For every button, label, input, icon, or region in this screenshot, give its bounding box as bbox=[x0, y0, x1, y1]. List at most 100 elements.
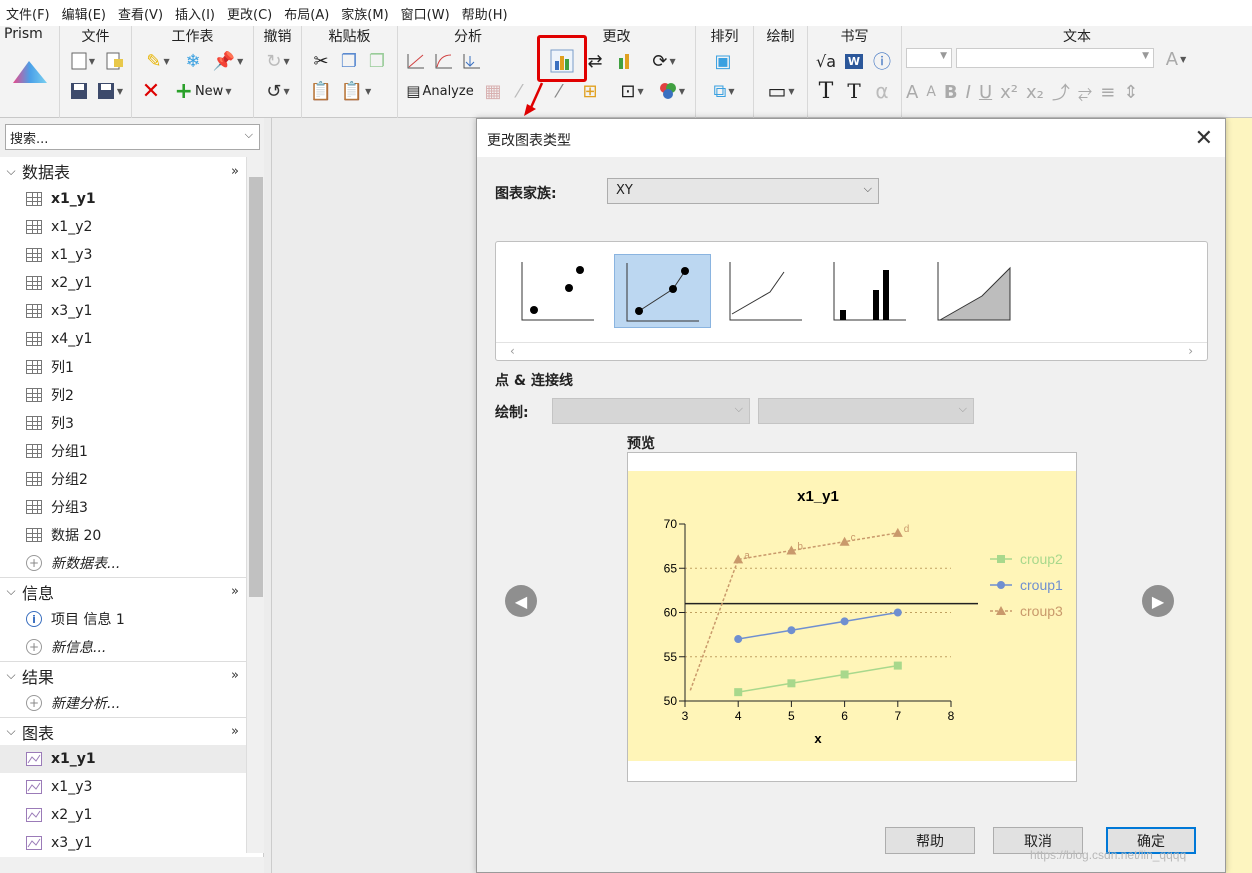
navigator-scrollbar[interactable] bbox=[246, 157, 264, 853]
equation-icon[interactable]: √a bbox=[814, 50, 838, 72]
menu-item[interactable]: 文件(F) bbox=[6, 4, 50, 23]
next-arrow-icon[interactable]: ▶ bbox=[1142, 585, 1174, 617]
data-table-item[interactable]: 分组3 bbox=[0, 493, 263, 521]
section-graphs[interactable]: ⌵ 图表 » bbox=[0, 717, 263, 745]
graph-item[interactable]: x3_y1 bbox=[0, 829, 263, 857]
chevron-down-icon[interactable]: ⌵ bbox=[245, 128, 253, 142]
font-size-select[interactable]: ▼ bbox=[906, 48, 952, 68]
more-icon[interactable]: » bbox=[231, 724, 239, 739]
data-table-item[interactable]: x1_y2 bbox=[0, 213, 263, 241]
text-box-icon[interactable]: T bbox=[842, 79, 866, 103]
snowflake-icon[interactable]: ❄ bbox=[182, 50, 204, 72]
data-table-item[interactable]: 列1 bbox=[0, 353, 263, 381]
order-icon[interactable]: ⧉ ▼ bbox=[706, 80, 742, 102]
menu-item[interactable]: 家族(M) bbox=[341, 4, 388, 23]
gallery-spikes[interactable] bbox=[826, 254, 923, 328]
text-tool-icon[interactable]: T bbox=[814, 79, 838, 104]
menu-item[interactable]: 插入(I) bbox=[175, 4, 215, 23]
more-icon[interactable]: » bbox=[231, 584, 239, 599]
panel-splitter[interactable] bbox=[264, 118, 272, 873]
chevron-down-icon[interactable]: ⌵ bbox=[0, 584, 22, 599]
format-graph-wand-icon[interactable]: ⁄ bbox=[548, 80, 570, 102]
color-scheme-icon[interactable]: ▼ bbox=[654, 80, 690, 102]
new-info-item[interactable]: + 新信息... bbox=[0, 633, 263, 661]
chevron-down-icon[interactable]: ⌵ bbox=[0, 724, 22, 739]
increase-font-icon[interactable]: A bbox=[906, 82, 918, 103]
data-table-item[interactable]: 列3 bbox=[0, 409, 263, 437]
gallery-area-fill[interactable] bbox=[930, 254, 1027, 328]
text-format-toolbar[interactable]: A A B I Ux² x₂ ⤴ ⥂ ≡ ⇕ bbox=[906, 79, 1250, 105]
close-icon[interactable]: ✕ bbox=[1195, 126, 1213, 151]
menu-item[interactable]: 更改(C) bbox=[227, 4, 272, 23]
paste-special-icon[interactable]: ❐ bbox=[366, 50, 388, 72]
data-table-item[interactable]: x4_y1 bbox=[0, 325, 263, 353]
save-as-icon[interactable]: ▼ bbox=[94, 80, 126, 102]
subscript-icon[interactable]: x₂ bbox=[1026, 82, 1044, 103]
rotate-icon[interactable]: ⟳ ▼ bbox=[646, 50, 682, 72]
data-table-item[interactable]: 数据 20 bbox=[0, 521, 263, 549]
help-button[interactable]: 帮助 bbox=[885, 827, 975, 854]
align-icon[interactable]: ▣ bbox=[712, 50, 734, 72]
font-family-select[interactable]: ▼ bbox=[956, 48, 1154, 68]
prism-logo-icon[interactable] bbox=[10, 56, 52, 88]
info-item[interactable]: i 项目 信息 1 bbox=[0, 605, 263, 633]
gallery-lines-only[interactable] bbox=[722, 254, 819, 328]
new-sheet-button[interactable]: + New ▼ bbox=[168, 79, 238, 104]
graph-item[interactable]: x1_y1 bbox=[0, 745, 263, 773]
pin-icon[interactable]: 📌 ▼ bbox=[210, 50, 246, 72]
analyze-button[interactable]: ▤ Analyze bbox=[404, 80, 476, 102]
new-file-icon[interactable]: ▼ bbox=[68, 50, 98, 72]
plot-select-1[interactable]: ⌵ bbox=[552, 398, 750, 424]
change-data-icon[interactable] bbox=[614, 50, 638, 72]
draw-rectangle-icon[interactable]: ▭ ▼ bbox=[762, 79, 800, 103]
rotate-text-icon[interactable]: ⤴ bbox=[1052, 79, 1070, 105]
table-grid-icon[interactable]: ▦ bbox=[482, 80, 504, 102]
data-table-item[interactable]: 列2 bbox=[0, 381, 263, 409]
undo-icon[interactable]: ↺ ▼ bbox=[260, 80, 296, 102]
scrollbar-thumb[interactable] bbox=[249, 177, 263, 597]
bold-icon[interactable]: B bbox=[944, 82, 958, 103]
info-insert-icon[interactable]: ⓘ bbox=[870, 50, 894, 73]
graph-item[interactable]: x1_y3 bbox=[0, 773, 263, 801]
save-icon[interactable] bbox=[68, 80, 90, 102]
graph-item[interactable]: x2_y1 bbox=[0, 801, 263, 829]
transform-icon[interactable] bbox=[460, 50, 484, 72]
nonlinear-fit-icon[interactable] bbox=[432, 50, 456, 72]
copy-icon[interactable]: ❐ bbox=[338, 50, 360, 72]
menu-item[interactable]: 布局(A) bbox=[284, 4, 329, 23]
align-text-icon[interactable]: ≡ bbox=[1100, 82, 1115, 103]
gallery-scrollbar[interactable]: ‹ › bbox=[496, 342, 1207, 360]
font-color-icon[interactable]: A ▼ bbox=[1158, 48, 1194, 70]
superscript-icon[interactable]: x² bbox=[1000, 82, 1018, 103]
gallery-points-only[interactable] bbox=[514, 254, 611, 328]
search-input[interactable]: 搜索... ⌵ bbox=[5, 124, 260, 150]
highlighter-icon[interactable]: ✎ ▼ bbox=[140, 50, 176, 72]
underline-icon[interactable]: U bbox=[979, 82, 992, 103]
italic-icon[interactable]: I bbox=[966, 82, 971, 103]
spacing-icon[interactable]: ⥂ bbox=[1078, 82, 1092, 103]
redo-icon[interactable]: ↻ ▼ bbox=[260, 50, 296, 72]
swap-axes-icon[interactable]: ⇄ bbox=[584, 50, 606, 72]
data-table-item[interactable]: x1_y1 bbox=[0, 185, 263, 213]
new-data-table-item[interactable]: + 新数据表... bbox=[0, 549, 263, 577]
data-table-item[interactable]: 分组1 bbox=[0, 437, 263, 465]
linear-fit-icon[interactable] bbox=[404, 50, 428, 72]
decrease-font-icon[interactable]: A bbox=[926, 84, 936, 100]
add-data-icon[interactable]: ⊞ bbox=[578, 80, 602, 102]
delete-icon[interactable]: ✕ bbox=[140, 79, 162, 104]
plot-select-2[interactable]: ⌵ bbox=[758, 398, 974, 424]
section-results[interactable]: ⌵ 结果 » bbox=[0, 661, 263, 689]
greek-alpha-icon[interactable]: α bbox=[870, 79, 894, 103]
scroll-right-icon[interactable]: › bbox=[1188, 344, 1193, 358]
cut-icon[interactable]: ✂ bbox=[310, 50, 332, 72]
paste-menu-icon[interactable]: 📋 ▼ bbox=[338, 80, 374, 102]
data-table-item[interactable]: x3_y1 bbox=[0, 297, 263, 325]
previous-arrow-icon[interactable]: ◀ bbox=[505, 585, 537, 617]
menu-item[interactable]: 查看(V) bbox=[118, 4, 163, 23]
menu-item[interactable]: 窗口(W) bbox=[401, 4, 450, 23]
menu-item[interactable]: 帮助(H) bbox=[462, 4, 508, 23]
section-data-tables[interactable]: ⌵ 数据表 » bbox=[0, 157, 263, 185]
data-table-item[interactable]: x2_y1 bbox=[0, 269, 263, 297]
gallery-points-and-lines[interactable] bbox=[614, 254, 711, 328]
graph-format-icon[interactable]: ⊡ ▼ bbox=[614, 80, 650, 102]
